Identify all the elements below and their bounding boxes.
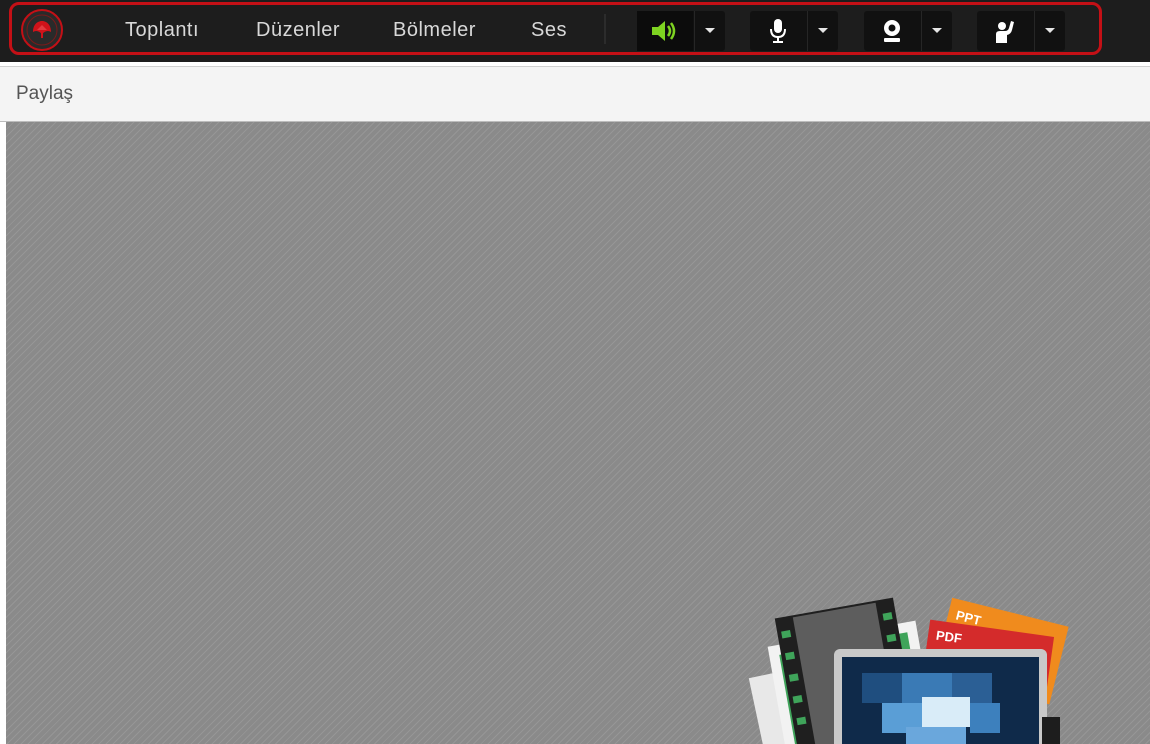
organization-logo (20, 8, 64, 52)
microphone-dropdown-button[interactable] (807, 11, 838, 51)
top-toolbar: Toplantı Düzenler Bölmeler Ses (0, 0, 1150, 62)
webcam-button[interactable] (864, 11, 920, 51)
raise-hand-icon (996, 21, 1014, 43)
microphone-button[interactable] (750, 11, 806, 51)
microphone-icon (770, 19, 786, 43)
speaker-button[interactable] (637, 11, 693, 51)
share-pod-title: Paylaş (16, 83, 74, 104)
raise-hand-dropdown-button[interactable] (1034, 11, 1065, 51)
share-content-illustration: PPT PDF (748, 597, 1069, 744)
raise-hand-button[interactable] (977, 11, 1033, 51)
speaker-dropdown-button[interactable] (694, 11, 725, 51)
menu-meeting[interactable]: Toplantı (125, 16, 199, 44)
webcam-dropdown-button[interactable] (921, 11, 952, 51)
webcam-icon (884, 20, 900, 42)
chevron-down-icon (818, 28, 828, 33)
menu-pods[interactable]: Bölmeler (393, 16, 476, 44)
speaker-control (637, 11, 725, 51)
menu-layouts[interactable]: Düzenler (256, 16, 340, 44)
webcam-control (864, 11, 952, 51)
chevron-down-icon (932, 28, 942, 33)
share-pod-header: Paylaş (0, 66, 1150, 122)
chevron-down-icon (1045, 28, 1055, 33)
raise-hand-control (977, 11, 1065, 51)
share-pod-content[interactable]: PPT PDF (6, 122, 1150, 744)
chevron-down-icon (705, 28, 715, 33)
speaker-icon (652, 21, 676, 41)
menu-audio[interactable]: Ses (531, 16, 567, 44)
microphone-control (750, 11, 838, 51)
toolbar-divider (604, 14, 606, 44)
